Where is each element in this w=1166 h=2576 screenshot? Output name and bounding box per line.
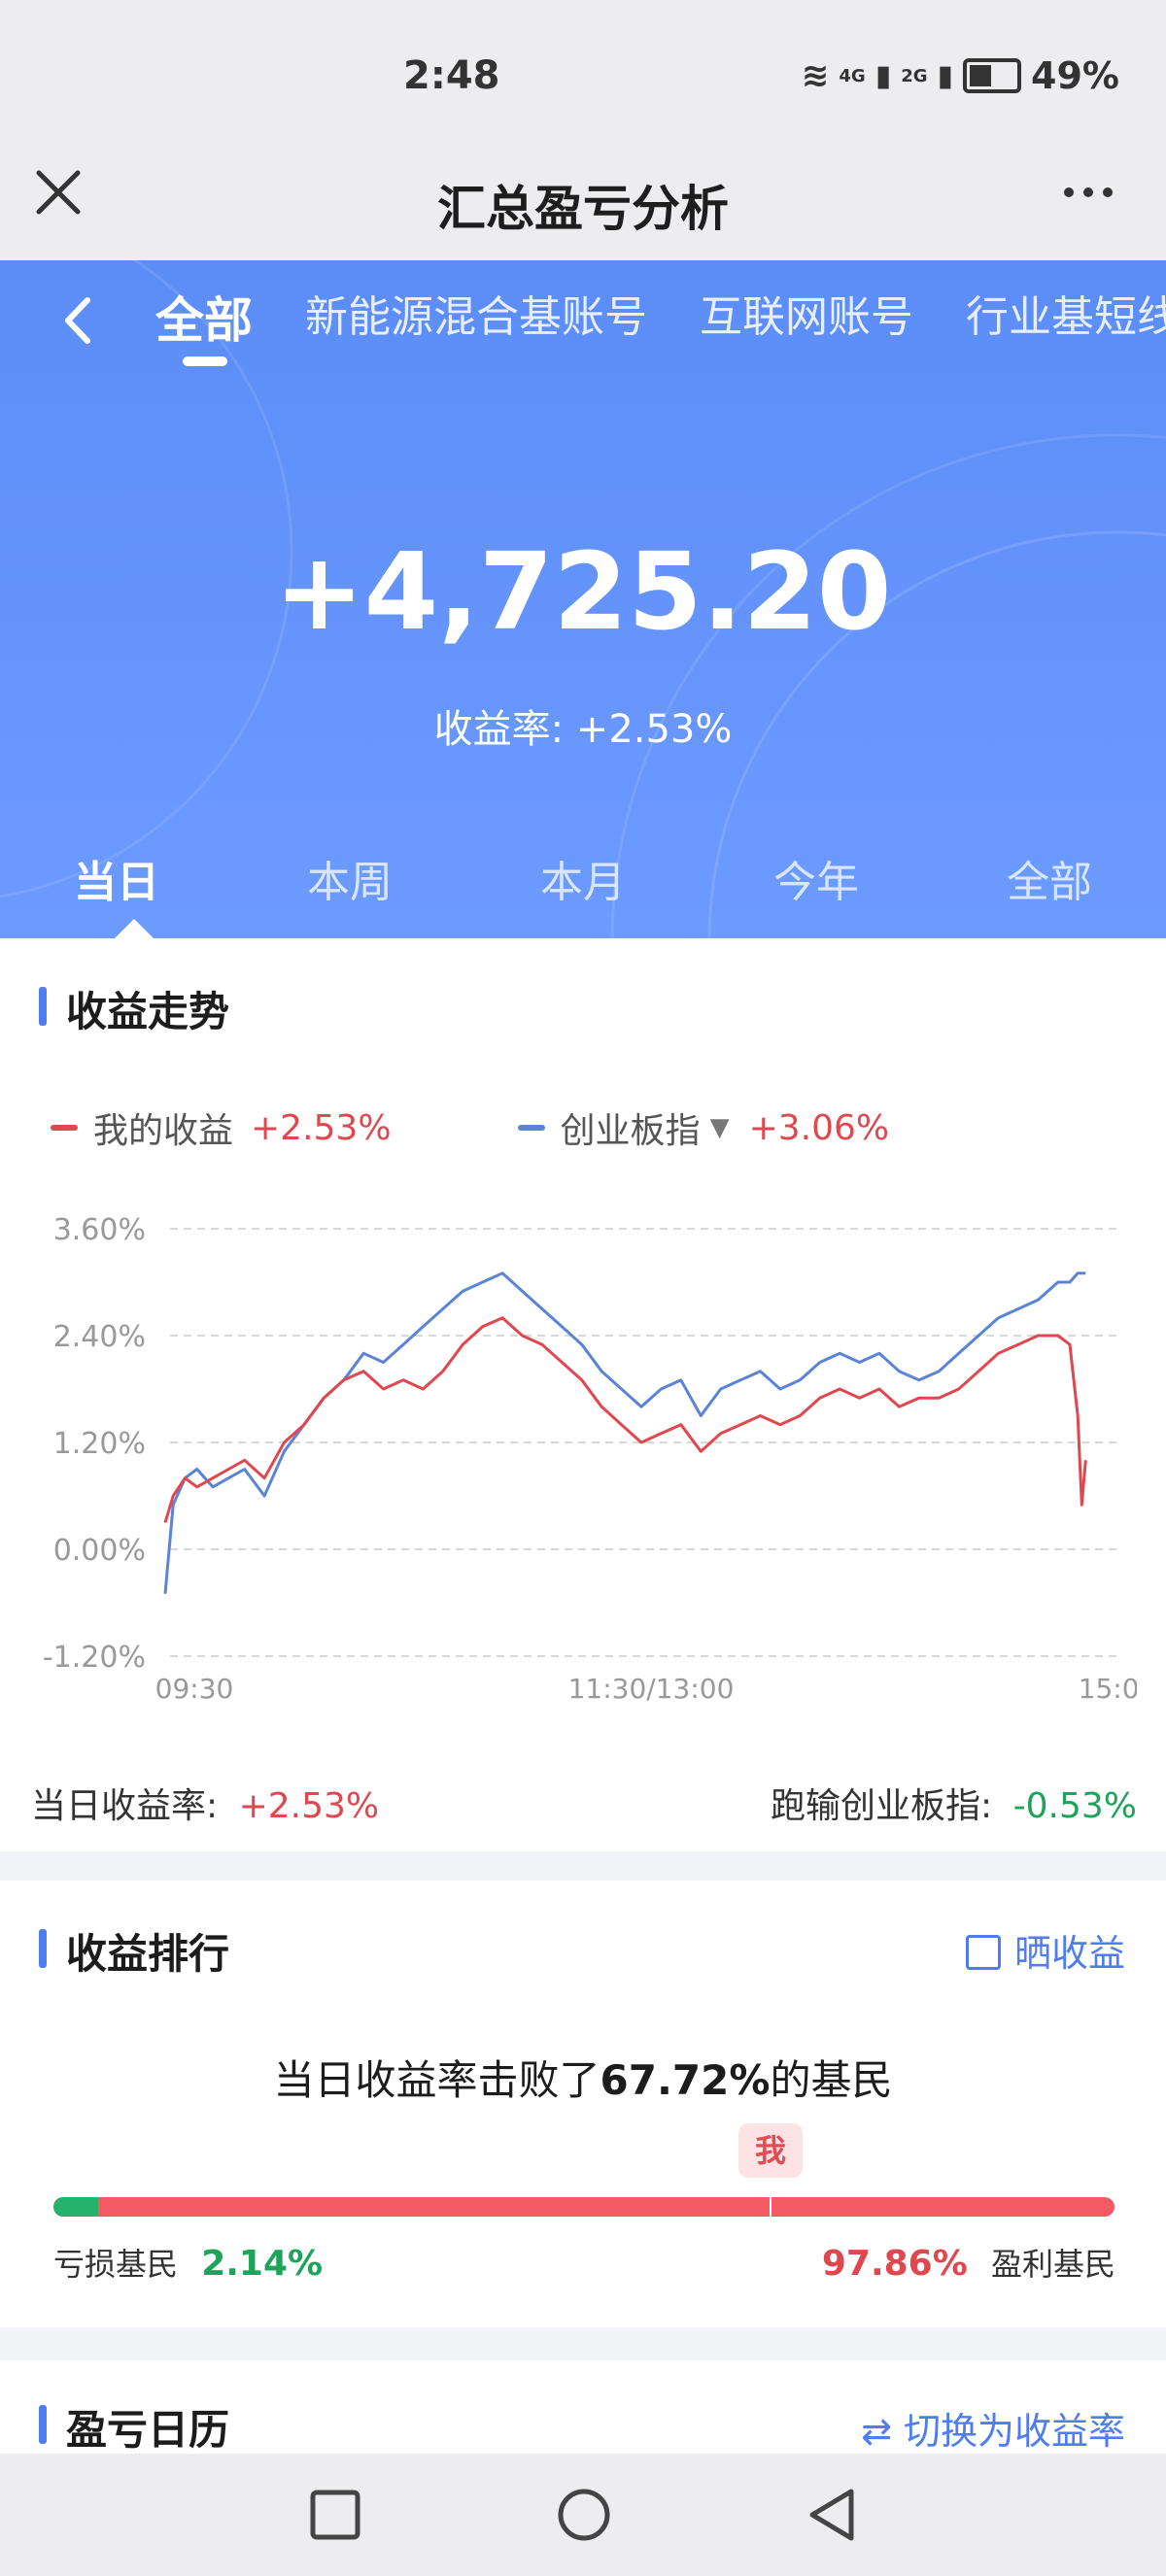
- rank-title: 收益排行: [66, 1930, 230, 1978]
- me-badge: 我: [738, 2123, 803, 2178]
- section-marker: [39, 1929, 47, 1968]
- me-marker: [770, 2178, 772, 2220]
- legend-mine-value: +2.53%: [251, 1107, 392, 1148]
- battery-level: 49%: [1031, 54, 1119, 97]
- status-time: 2:48: [403, 53, 500, 98]
- back-nav-icon[interactable]: [805, 2487, 859, 2543]
- signal-icon: ▮: [874, 58, 892, 93]
- profit-rate: 收益率: +2.53%: [0, 697, 1166, 754]
- daily-rate-label: 当日收益率:: [31, 1786, 219, 1826]
- account-tabs: 全部 新能源混合基账号 互联网账号 行业基短线: [155, 282, 1166, 350]
- lose-index-value: -0.53%: [1012, 1786, 1137, 1826]
- period-tab-week[interactable]: 本周: [307, 847, 393, 915]
- close-icon[interactable]: [29, 163, 87, 221]
- total-profit: +4,725.20: [274, 529, 892, 654]
- navigation-bar: [0, 2454, 1166, 2576]
- daily-rate-value: +2.53%: [238, 1786, 380, 1826]
- y-tick-label: 2.40%: [53, 1320, 146, 1354]
- trend-chart: 3.60% 2.40% 1.20% 0.00% -1.20% 09:30 11:30/13:…: [43, 1213, 1137, 1705]
- period-tab-month[interactable]: 本月: [540, 847, 626, 915]
- account-tab-new-energy[interactable]: 新能源混合基账号: [305, 282, 647, 350]
- win-users-label: 盈利基民: [990, 2246, 1115, 2283]
- recent-apps-icon[interactable]: [309, 2489, 361, 2541]
- series-line: [163, 1316, 1087, 1523]
- period-tab-all[interactable]: 全部: [1007, 847, 1092, 915]
- daily-summary: 当日收益率: +2.53% 跑输创业板指: -0.53%: [31, 1778, 1137, 1828]
- account-tab-internet[interactable]: 互联网账号: [700, 282, 913, 350]
- account-tab-industry[interactable]: 行业基短线: [966, 282, 1166, 350]
- switch-rate-button[interactable]: ⇄ 切换为收益率: [861, 2401, 1125, 2455]
- share-label: 晒收益: [1013, 1932, 1125, 1975]
- x-tick-label: 15:00: [1079, 1673, 1137, 1705]
- active-tab-indicator: [183, 356, 227, 366]
- profit-rate-value: +2.53%: [575, 707, 733, 752]
- signal-icon-2: ▮: [937, 58, 954, 93]
- account-tab-all[interactable]: 全部: [155, 282, 253, 350]
- share-profit-button[interactable]: 晒收益: [965, 1923, 1125, 1977]
- back-icon[interactable]: [54, 287, 103, 355]
- x-tick-label: 09:30: [155, 1673, 234, 1705]
- period-tabs: 当日 本周 本月 今年 全部: [0, 847, 1166, 915]
- home-icon[interactable]: [556, 2487, 612, 2543]
- trend-title: 收益走势: [66, 988, 230, 1035]
- battery-icon: [963, 58, 1022, 93]
- chart-legend: 我的收益 +2.53% 创业板指 ▼ +3.06%: [51, 1102, 889, 1153]
- calendar-title: 盈亏日历: [66, 2406, 230, 2454]
- loss-users-label: 亏损基民: [53, 2246, 179, 2283]
- series-line: [163, 1271, 1086, 1594]
- period-tab-day[interactable]: 当日: [74, 847, 159, 915]
- rank-text: 当日收益率击败了67.72%的基民: [0, 2048, 1166, 2107]
- section-marker: [39, 2405, 47, 2444]
- lose-index-label: 跑输创业板指:: [771, 1786, 993, 1826]
- rank-percent: 67.72%: [600, 2056, 771, 2104]
- more-icon[interactable]: [1049, 163, 1127, 221]
- rank-text-suffix: 的基民: [770, 2056, 893, 2104]
- share-icon: [965, 1935, 1001, 1970]
- page-title: 汇总盈亏分析: [437, 181, 729, 237]
- legend-index-value: +3.06%: [748, 1107, 890, 1148]
- legend-mine-swatch: [51, 1125, 78, 1131]
- loss-users-value: 2.14%: [201, 2244, 324, 2284]
- rank-bar-loss: [53, 2197, 98, 2217]
- switch-icon: ⇄: [861, 2410, 892, 2453]
- y-tick-label: 1.20%: [53, 1427, 146, 1461]
- legend-mine-label: 我的收益: [93, 1111, 234, 1151]
- dropdown-icon[interactable]: ▼: [710, 1113, 730, 1142]
- signal-label-2: 2G: [901, 65, 928, 86]
- x-tick-label: 11:30/13:00: [568, 1673, 735, 1705]
- period-tab-year[interactable]: 今年: [773, 847, 859, 915]
- legend-index-swatch: [517, 1125, 545, 1131]
- y-tick-label: 0.00%: [53, 1534, 146, 1568]
- switch-label: 切换为收益率: [903, 2410, 1125, 2453]
- status-icons: ≋ 4G ▮ 2G ▮ 49%: [802, 54, 1119, 97]
- profit-rate-label: 收益率:: [433, 707, 565, 752]
- rank-bar: [53, 2197, 1115, 2217]
- section-marker: [39, 987, 47, 1026]
- rank-text-prefix: 当日收益率击败了: [273, 2056, 600, 2104]
- y-tick-label: 3.60%: [53, 1213, 146, 1247]
- loss-users: 亏损基民 2.14%: [53, 2240, 323, 2285]
- wifi-icon: ≋: [801, 56, 830, 95]
- period-caret: [115, 919, 154, 938]
- win-users-value: 97.86%: [821, 2244, 968, 2284]
- win-users: 97.86% 盈利基民: [822, 2240, 1115, 2285]
- y-tick-label: -1.20%: [43, 1641, 146, 1675]
- legend-index-label[interactable]: 创业板指: [561, 1102, 701, 1153]
- signal-label-1: 4G: [839, 65, 866, 86]
